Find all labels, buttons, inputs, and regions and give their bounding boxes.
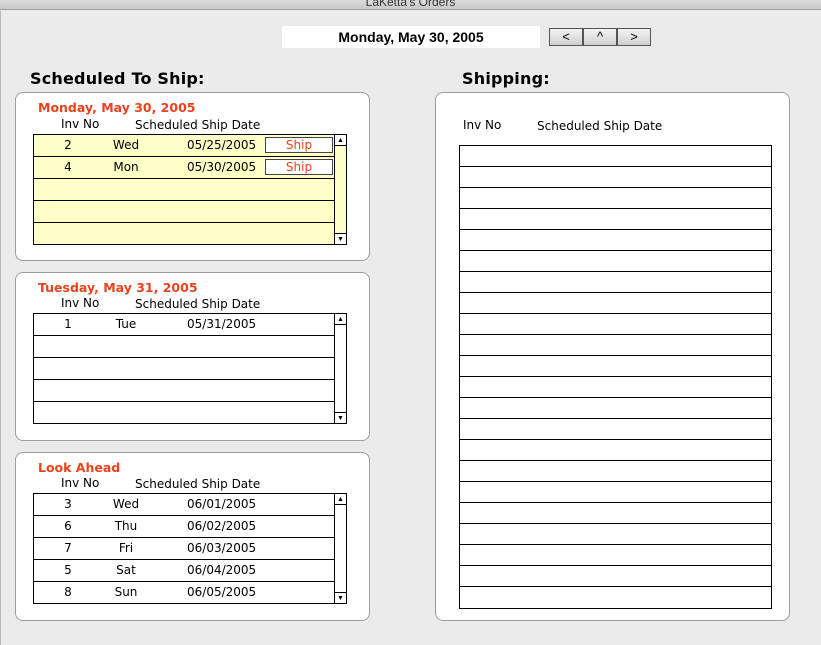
column-header-inv: Inv No bbox=[61, 476, 100, 490]
column-header-inv: Inv No bbox=[61, 117, 100, 131]
day: Fri bbox=[118, 541, 134, 555]
table-row[interactable]: 7 Fri 06/03/2005 bbox=[34, 538, 334, 560]
ship-date: 05/25/2005 bbox=[187, 138, 257, 152]
shipping-list[interactable] bbox=[459, 145, 772, 609]
table-row[interactable]: 8 Sun 06/05/2005 bbox=[34, 582, 334, 603]
inv-no: 1 bbox=[64, 317, 72, 331]
table-row-empty bbox=[460, 251, 771, 272]
table-row-empty bbox=[460, 419, 771, 440]
table-row-empty bbox=[34, 380, 334, 402]
ship-date: 06/01/2005 bbox=[187, 497, 257, 511]
shipping-heading: Shipping: bbox=[462, 69, 550, 88]
up-arrow-icon[interactable]: ▲ bbox=[335, 314, 346, 325]
inv-no: 4 bbox=[64, 160, 72, 174]
panel-tomorrow: Tuesday, May 31, 2005 Inv No Scheduled S… bbox=[15, 272, 370, 441]
table-row-empty bbox=[460, 377, 771, 398]
table-row-empty bbox=[460, 335, 771, 356]
table-row-empty bbox=[460, 356, 771, 377]
table-row-empty bbox=[460, 545, 771, 566]
panel-title: Tuesday, May 31, 2005 bbox=[38, 280, 198, 295]
table-row-empty bbox=[460, 524, 771, 545]
table-row-empty bbox=[460, 146, 771, 167]
prev-day-button[interactable]: < bbox=[549, 28, 583, 46]
table-row-empty bbox=[460, 566, 771, 587]
table-row-empty bbox=[460, 293, 771, 314]
ship-date: 06/02/2005 bbox=[187, 519, 257, 533]
table-row[interactable]: 3 Wed 06/01/2005 bbox=[34, 494, 334, 516]
column-header-date: Scheduled Ship Date bbox=[135, 297, 261, 311]
inv-no: 7 bbox=[64, 541, 72, 555]
table-row[interactable]: 6 Thu 06/02/2005 bbox=[34, 516, 334, 538]
down-arrow-icon[interactable]: ▼ bbox=[335, 592, 346, 603]
column-header-date: Scheduled Ship Date bbox=[135, 477, 261, 491]
today-button[interactable]: ^ bbox=[583, 28, 617, 46]
current-date-display: Monday, May 30, 2005 bbox=[282, 26, 540, 48]
day: Tue bbox=[115, 317, 137, 331]
table-row-empty bbox=[460, 209, 771, 230]
day: Thu bbox=[114, 519, 138, 533]
ship-button[interactable]: Ship bbox=[265, 159, 333, 175]
table-row-empty bbox=[460, 167, 771, 188]
up-arrow-icon[interactable]: ▲ bbox=[335, 135, 346, 146]
ship-date: 05/31/2005 bbox=[187, 317, 257, 331]
window-title: LaKetta's Orders bbox=[365, 0, 456, 9]
inv-no: 5 bbox=[64, 563, 72, 577]
column-header-date: Scheduled Ship Date bbox=[537, 119, 663, 133]
day: Wed bbox=[112, 497, 140, 511]
table-row-empty bbox=[34, 201, 334, 223]
scrollbar[interactable]: ▲ ▼ bbox=[334, 314, 346, 423]
column-header-date: Scheduled Ship Date bbox=[135, 118, 261, 132]
next-day-button[interactable]: > bbox=[617, 28, 651, 46]
down-arrow-icon[interactable]: ▼ bbox=[335, 233, 346, 244]
panel-look-ahead: Look Ahead Inv No Scheduled Ship Date 3 … bbox=[15, 452, 370, 621]
table-row-empty bbox=[460, 503, 771, 524]
orders-list[interactable]: 1 Tue 05/31/2005 ▲ ▼ bbox=[33, 313, 347, 424]
table-row[interactable]: 5 Sat 06/04/2005 bbox=[34, 560, 334, 582]
inv-no: 3 bbox=[64, 497, 72, 511]
day: Sat bbox=[116, 563, 136, 577]
table-row-empty bbox=[460, 272, 771, 293]
day: Mon bbox=[113, 160, 139, 174]
table-row-empty bbox=[460, 482, 771, 503]
table-row-empty bbox=[460, 314, 771, 335]
scheduled-heading: Scheduled To Ship: bbox=[30, 69, 205, 88]
up-arrow-icon[interactable]: ▲ bbox=[335, 494, 346, 505]
inv-no: 2 bbox=[64, 138, 72, 152]
table-row-empty bbox=[34, 336, 334, 358]
day: Sun bbox=[114, 585, 138, 599]
table-row-empty bbox=[460, 188, 771, 209]
table-row-empty bbox=[460, 440, 771, 461]
column-header-inv: Inv No bbox=[61, 296, 100, 310]
column-header-inv: Inv No bbox=[463, 118, 502, 132]
panel-title: Monday, May 30, 2005 bbox=[38, 100, 196, 115]
table-row-empty bbox=[460, 461, 771, 482]
ship-date: 06/04/2005 bbox=[187, 563, 257, 577]
down-arrow-icon[interactable]: ▼ bbox=[335, 412, 346, 423]
panel-today: Monday, May 30, 2005 Inv No Scheduled Sh… bbox=[15, 92, 370, 261]
inv-no: 6 bbox=[64, 519, 72, 533]
table-row-empty bbox=[34, 358, 334, 380]
table-row[interactable]: 4 Mon 05/30/2005 Ship bbox=[34, 157, 334, 179]
ship-date: 06/03/2005 bbox=[187, 541, 257, 555]
table-row[interactable]: 2 Wed 05/25/2005 Ship bbox=[34, 135, 334, 157]
window-titlebar: LaKetta's Orders bbox=[0, 0, 821, 10]
ship-button[interactable]: Ship bbox=[265, 137, 333, 153]
orders-list[interactable]: 2 Wed 05/25/2005 Ship 4 Mon 05/30/2005 S… bbox=[33, 134, 347, 245]
table-row-empty bbox=[460, 230, 771, 251]
main-content: Monday, May 30, 2005 < ^ > Scheduled To … bbox=[0, 11, 821, 645]
day: Wed bbox=[112, 138, 140, 152]
table-row-empty bbox=[34, 179, 334, 201]
ship-date: 06/05/2005 bbox=[187, 585, 257, 599]
panel-title: Look Ahead bbox=[38, 460, 121, 475]
ship-date: 05/30/2005 bbox=[187, 160, 257, 174]
table-row-empty bbox=[460, 398, 771, 419]
orders-list[interactable]: 3 Wed 06/01/2005 6 Thu 06/02/2005 7 Fri … bbox=[33, 493, 347, 604]
table-row[interactable]: 1 Tue 05/31/2005 bbox=[34, 314, 334, 336]
scrollbar[interactable]: ▲ ▼ bbox=[334, 494, 346, 603]
scrollbar[interactable]: ▲ ▼ bbox=[334, 135, 346, 244]
inv-no: 8 bbox=[64, 585, 72, 599]
